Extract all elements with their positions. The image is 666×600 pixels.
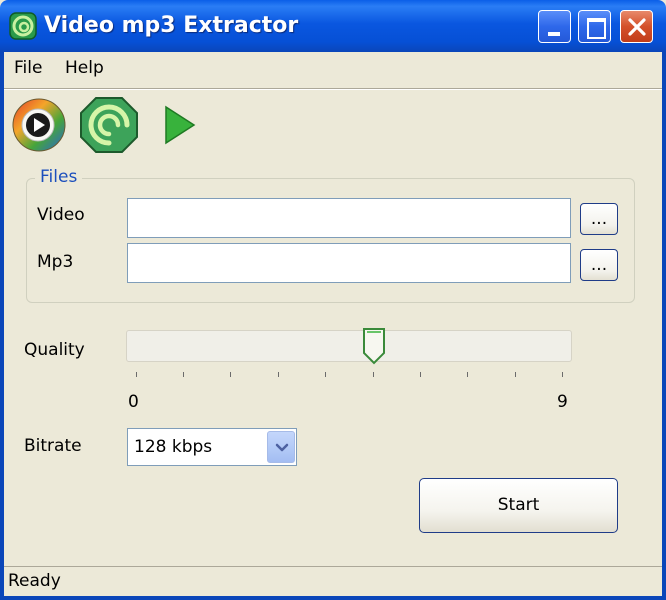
- menu-help[interactable]: Help: [65, 58, 104, 78]
- bitrate-selected-value: 128 kbps: [134, 437, 213, 457]
- quality-tick: [230, 372, 231, 377]
- bitrate-dropdown-button[interactable]: [267, 431, 295, 463]
- window-frame-bottom: [0, 596, 666, 600]
- quality-tick: [325, 372, 326, 377]
- quality-slider-thumb[interactable]: [362, 327, 386, 365]
- bitrate-label: Bitrate: [24, 436, 82, 456]
- mp3-path-input[interactable]: [127, 243, 571, 283]
- video-path-input[interactable]: [127, 198, 571, 238]
- minimize-button[interactable]: [538, 10, 571, 43]
- quality-tick: [562, 372, 563, 377]
- video-browse-button[interactable]: ...: [580, 203, 618, 235]
- files-group: [26, 178, 635, 303]
- quality-min-label: 0: [128, 392, 139, 412]
- menu-file[interactable]: File: [14, 58, 42, 78]
- window-frame-left: [0, 52, 4, 600]
- quality-slider-track[interactable]: [126, 330, 572, 362]
- mp3-label: Mp3: [37, 252, 74, 272]
- quality-tick: [136, 372, 137, 377]
- quality-tick: [467, 372, 468, 377]
- title-bar[interactable]: Video mp3 Extractor: [0, 0, 666, 52]
- window-title: Video mp3 Extractor: [44, 13, 299, 38]
- window-frame-right: [662, 52, 666, 600]
- status-bar: Ready: [4, 566, 662, 596]
- video-label: Video: [37, 205, 85, 225]
- play-icon[interactable]: [158, 103, 198, 147]
- maximize-button[interactable]: [578, 10, 611, 43]
- quality-tick: [515, 372, 516, 377]
- start-button[interactable]: Start: [419, 478, 618, 533]
- files-group-label: Files: [35, 167, 83, 187]
- quality-tick: [278, 372, 279, 377]
- quality-max-label: 9: [557, 392, 568, 412]
- chevron-down-icon: [275, 443, 289, 452]
- status-text: Ready: [8, 571, 61, 591]
- quality-tick: [183, 372, 184, 377]
- close-icon: [628, 18, 646, 36]
- quality-tick: [420, 372, 421, 377]
- close-button[interactable]: [620, 10, 653, 43]
- menu-separator: [4, 88, 662, 90]
- quality-label: Quality: [24, 340, 85, 360]
- app-icon: [9, 12, 37, 40]
- media-player-icon[interactable]: [11, 97, 67, 153]
- mp3-browse-button[interactable]: ...: [580, 249, 618, 281]
- menu-bar: File Help: [4, 52, 662, 86]
- extract-app-icon[interactable]: [79, 96, 139, 154]
- quality-tick: [373, 372, 374, 377]
- bitrate-select[interactable]: 128 kbps: [127, 428, 297, 466]
